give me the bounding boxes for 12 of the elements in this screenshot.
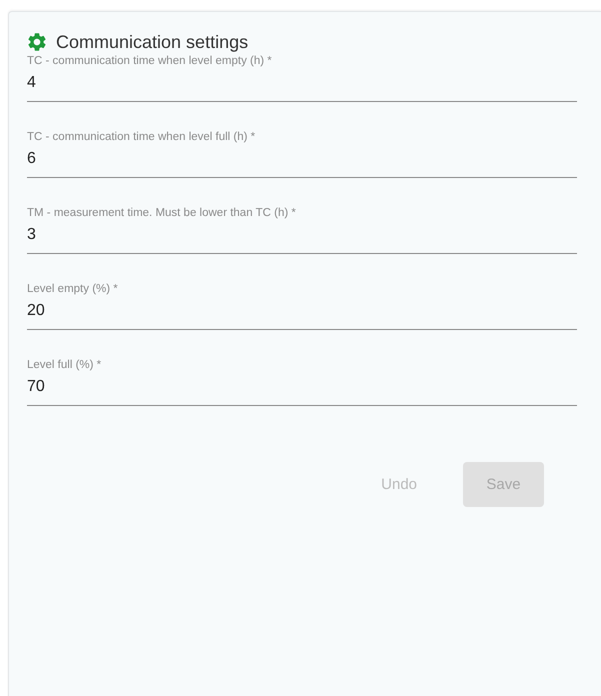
- input-field[interactable]: 3: [27, 220, 577, 254]
- field-label: Level empty (%) *: [27, 282, 119, 296]
- input-field[interactable]: 20: [27, 296, 577, 330]
- input-field[interactable]: 4: [27, 68, 577, 102]
- input-field[interactable]: 70: [27, 372, 577, 406]
- field-label: TC - communication time when level full (h) *: [27, 130, 256, 144]
- settings-icon: [26, 31, 48, 53]
- input-field[interactable]: 6: [27, 144, 577, 178]
- field-label: Level full (%) *: [27, 358, 102, 372]
- card-title: Communication settings: [56, 32, 248, 52]
- field-label: TC - communication time when level empty (h) *: [27, 54, 273, 68]
- field-label: TM - measurement time. Must be lower than TC (h) *: [27, 206, 297, 220]
